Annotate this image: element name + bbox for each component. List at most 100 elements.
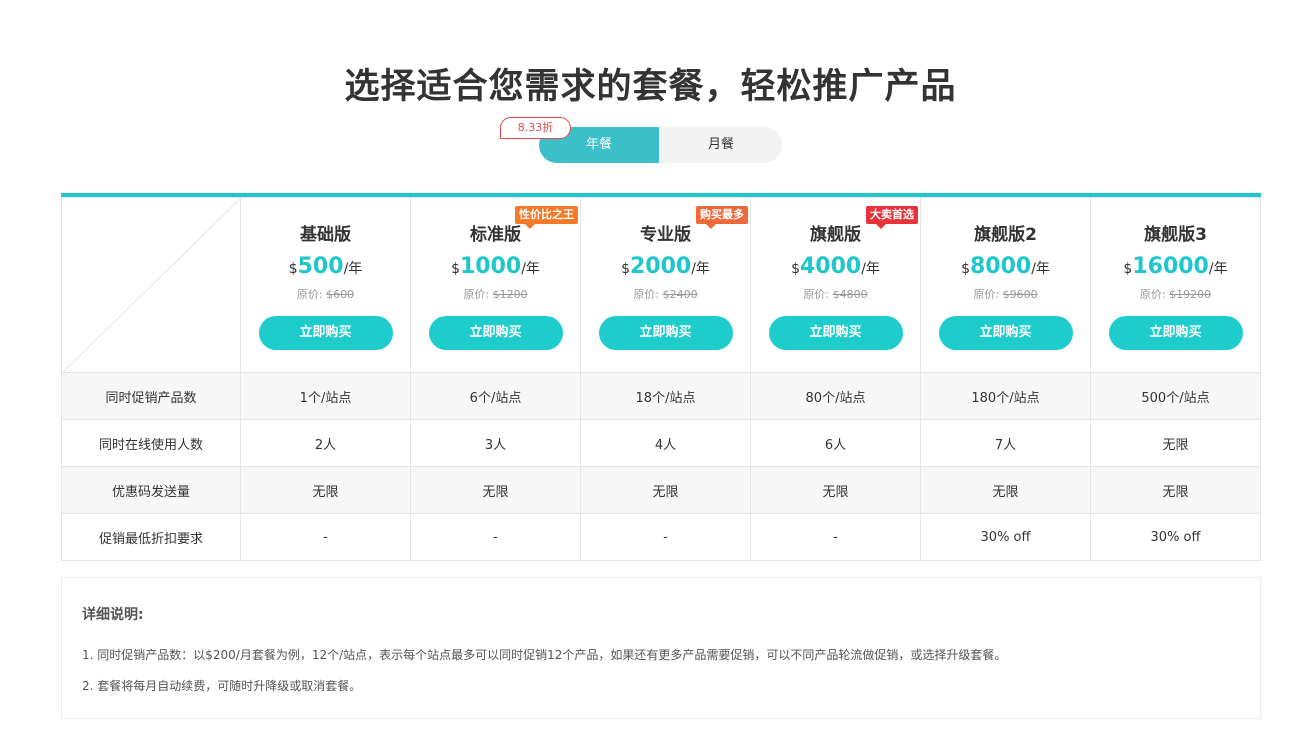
feature-label: 同时在线使用人数: [61, 419, 241, 467]
notes-title: 详细说明:: [82, 607, 144, 623]
plan-price: $16000/年: [1091, 254, 1260, 282]
original-price-value: $600: [326, 288, 355, 301]
buy-button[interactable]: 立即购买: [598, 316, 733, 350]
feature-value: 无限: [1090, 419, 1261, 467]
plan-column-4: 大卖首选 旗舰版 $4000/年 原价: $4800 立即购买: [750, 197, 921, 373]
plan-column-2: 性价比之王 标准版 $1000/年 原价: $1200 立即购买: [410, 197, 581, 373]
note-item: 1. 同时促销产品数：以$200/月套餐为例，12个/站点，表示每个站点最多可以…: [82, 648, 1007, 662]
feature-value: 30% off: [920, 513, 1091, 561]
price-currency: $: [1123, 261, 1133, 277]
buy-button[interactable]: 立即购买: [258, 316, 393, 350]
plan-badge: 购买最多: [696, 206, 748, 229]
feature-value: 无限: [750, 466, 921, 514]
feature-value: -: [750, 513, 921, 561]
plan-column-3: 购买最多 专业版 $2000/年 原价: $2400 立即购买: [580, 197, 751, 373]
original-price-label: 原价:: [1139, 288, 1166, 301]
monthly-option[interactable]: 月餐: [661, 127, 781, 163]
price-unit: /年: [861, 261, 880, 277]
corner-cell: [61, 197, 241, 373]
feature-value: 无限: [410, 466, 581, 514]
feature-row: 同时在线使用人数 2人 3人 4人 6人 7人 无限: [61, 419, 1261, 467]
feature-row: 优惠码发送量 无限 无限 无限 无限 无限 无限: [61, 466, 1261, 514]
original-price: 原价: $1200: [411, 286, 580, 302]
original-price: 原价: $19200: [1091, 286, 1260, 302]
price-value: 4000: [799, 254, 862, 279]
price-unit: /年: [521, 261, 540, 277]
plan-badge: 大卖首选: [866, 206, 918, 229]
original-price-value: $19200: [1169, 288, 1212, 301]
original-price: 原价: $9600: [921, 286, 1090, 302]
price-value: 500: [297, 254, 344, 279]
diagonal-divider: [62, 198, 240, 372]
price-unit: /年: [691, 261, 710, 277]
buy-button[interactable]: 立即购买: [1108, 316, 1243, 350]
feature-value: -: [240, 513, 411, 561]
plan-price: $2000/年: [581, 254, 750, 282]
buy-button[interactable]: 立即购买: [428, 316, 563, 350]
price-currency: $: [791, 261, 800, 277]
plan-name: 旗舰版2: [974, 225, 1037, 245]
feature-label: 优惠码发送量: [61, 466, 241, 514]
feature-row: 同时促销产品数 1个/站点 6个/站点 18个/站点 80个/站点 180个/站点 500个…: [61, 372, 1261, 420]
feature-value: 6个/站点: [410, 372, 581, 420]
plan-column-1: 基础版 $500/年 原价: $600 立即购买: [240, 197, 411, 373]
feature-value: 3人: [410, 419, 581, 467]
discount-tag: 8.33折: [500, 117, 571, 139]
feature-value: 4人: [580, 419, 751, 467]
feature-value: 无限: [920, 466, 1091, 514]
plan-badge: 性价比之王: [515, 206, 578, 229]
plan-price: $4000/年: [751, 254, 920, 282]
price-value: 16000: [1132, 254, 1209, 279]
feature-value: 7人: [920, 419, 1091, 467]
price-value: 1000: [459, 254, 522, 279]
feature-value: 1个/站点: [240, 372, 411, 420]
buy-button[interactable]: 立即购买: [938, 316, 1073, 350]
feature-value: 18个/站点: [580, 372, 751, 420]
original-price-label: 原价:: [973, 288, 1000, 301]
feature-value: 6人: [750, 419, 921, 467]
feature-value: 无限: [1090, 466, 1261, 514]
feature-value: -: [410, 513, 581, 561]
feature-value: 80个/站点: [750, 372, 921, 420]
feature-value: 无限: [240, 466, 411, 514]
feature-label: 同时促销产品数: [61, 372, 241, 420]
plan-column-6: 旗舰版3 $16000/年原价: $19200 立即购买: [1090, 197, 1261, 373]
price-currency: $: [621, 261, 630, 277]
plan-price: $8000/年: [921, 254, 1090, 282]
price-unit: /年: [343, 261, 363, 277]
feature-label: 促销最低折扣要求: [61, 513, 241, 561]
original-price: 原价: $2400: [581, 286, 750, 302]
page-title: 选择适合您需求的套餐，轻松推广产品: [344, 67, 957, 107]
original-price-label: 原价:: [463, 288, 490, 301]
original-price: 原价: $600: [241, 286, 410, 302]
plan-price: $500/年: [241, 254, 410, 282]
plan-name: 基础版: [300, 225, 351, 245]
pricing-table: 基础版 $500/年 原价: $600 立即购买 性价比之王 标准版 $1000/年 原价: …: [61, 193, 1261, 561]
billing-toggle: 年餐 月餐: [539, 127, 782, 163]
feature-value: 180个/站点: [920, 372, 1091, 420]
original-price-label: 原价:: [296, 288, 323, 301]
plan-price: $1000/年: [411, 254, 580, 282]
original-price-value: $2400: [662, 288, 698, 301]
price-value: 8000: [969, 254, 1032, 279]
original-price-label: 原价:: [633, 288, 660, 301]
price-currency: $: [451, 261, 460, 277]
note-item: 2. 套餐将每月自动续费，可随时升降级或取消套餐。: [82, 679, 362, 693]
buy-button[interactable]: 立即购买: [768, 316, 903, 350]
feature-value: 500个/站点: [1090, 372, 1261, 420]
plan-name: 旗舰版3: [1144, 225, 1207, 245]
original-price-label: 原价:: [803, 288, 830, 301]
feature-value: 2人: [240, 419, 411, 467]
feature-row: 促销最低折扣要求 - - - -30% off 30% off: [61, 513, 1261, 561]
price-value: 2000: [629, 254, 692, 279]
price-currency: $: [288, 261, 298, 277]
original-price: 原价: $4800: [751, 286, 920, 302]
price-currency: $: [961, 261, 970, 277]
original-price-value: $1200: [492, 288, 528, 301]
price-unit: /年: [1208, 261, 1228, 277]
feature-value: -: [580, 513, 751, 561]
price-unit: /年: [1031, 261, 1050, 277]
feature-value: 30% off: [1090, 513, 1261, 561]
original-price-value: $9600: [1002, 288, 1038, 301]
plan-column-5: 旗舰版2 $8000/年 原价: $9600 立即购买: [920, 197, 1091, 373]
